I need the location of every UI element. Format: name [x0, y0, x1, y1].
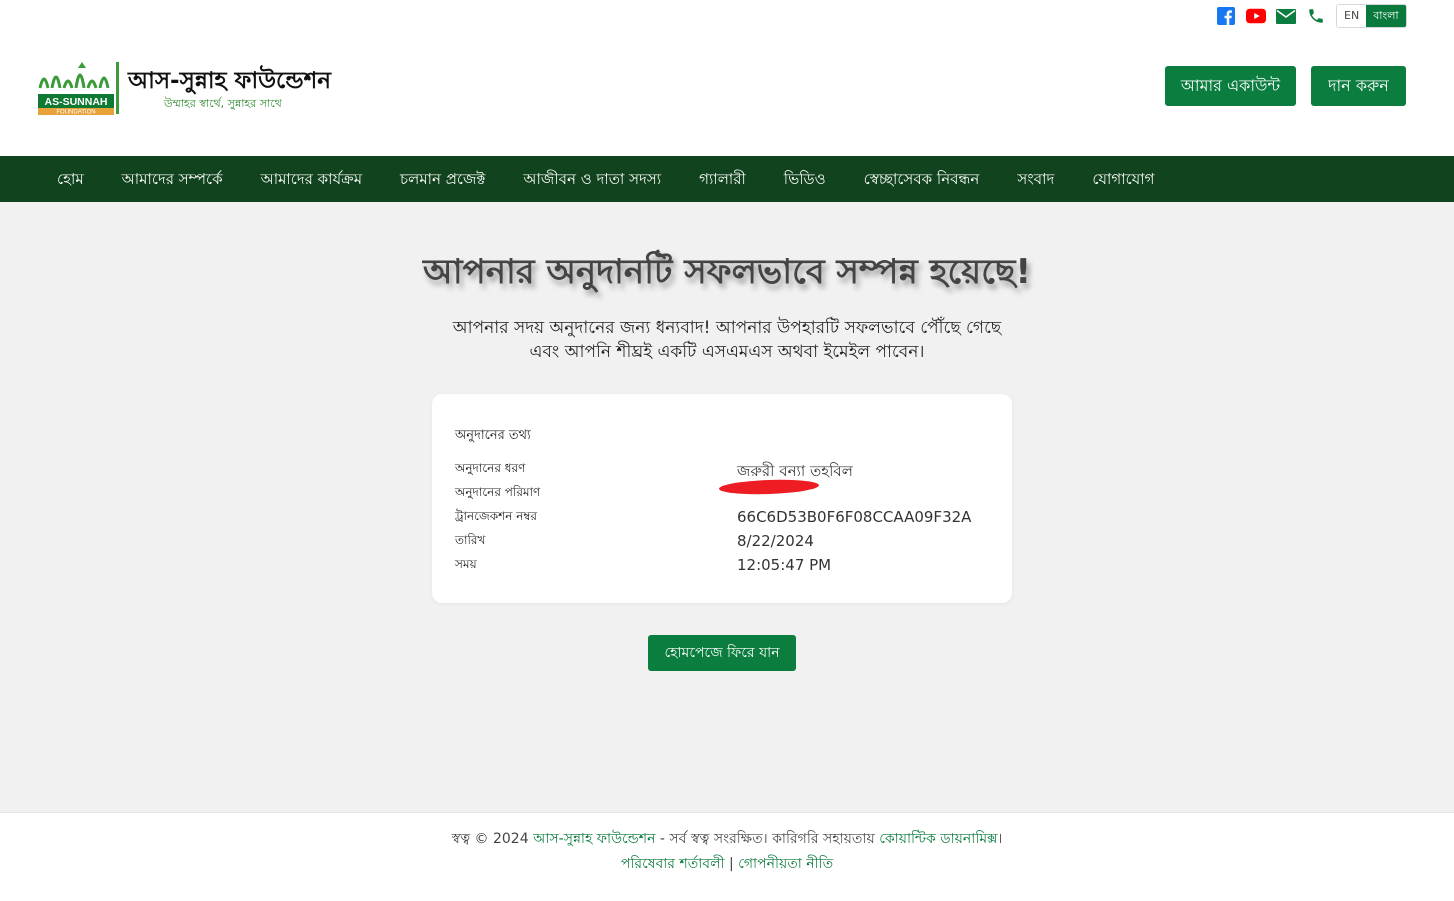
copyright-prefix: স্বত্ব © 2024: [451, 831, 529, 847]
info-label: ট্রানজেকশন নম্বর: [455, 509, 538, 523]
policy-links: পরিষেবার শর্তাবলী | গোপনীয়তা নীতি: [0, 852, 1454, 876]
logo-text: AS-SUNNAH: [45, 96, 108, 108]
copyright-line: স্বত্ব © 2024 আস-সুন্নাহ ফাউন্ডেশন - সর্…: [0, 827, 1454, 851]
my-account-button[interactable]: আমার একাউন্ট: [1165, 66, 1296, 106]
nav-item-ongoing-projects[interactable]: চলমান প্রজেক্ট: [381, 156, 504, 202]
back-to-homepage-button[interactable]: হোমপেজে ফিরে যান: [648, 635, 796, 671]
nav-item-volunteer[interactable]: স্বেচ্ছাসেবক নিবন্ধন: [845, 156, 999, 202]
nav-item-video[interactable]: ভিডিও: [765, 156, 845, 202]
phone-icon[interactable]: [1306, 6, 1326, 26]
info-label: অনুদানের পরিমাণ: [455, 485, 541, 499]
org-link[interactable]: আস-সুন্নাহ ফাউন্ডেশন: [533, 831, 655, 847]
rights-text: - সর্ব স্বত্ব সংরক্ষিত। কারিগরি সহায়তায…: [659, 831, 875, 847]
site-logo[interactable]: AS-SUNNAH FOUNDATION আস-সুন্নাহ ফাউন্ডেশ…: [36, 58, 336, 120]
nav-item-home[interactable]: হোম: [38, 156, 103, 202]
info-row-time: সময় 12:05:47 PM: [455, 556, 995, 578]
thank-you-line-2: এবং আপনি শীঘ্রই একটি এসএমএস অথবা ইমেইল প…: [529, 342, 925, 362]
info-row-type: অনুদানের ধরণ জরুরী বন্যা তহবিল: [455, 460, 995, 482]
nav-item-contact[interactable]: যোগাযোগ: [1073, 156, 1173, 202]
mail-icon[interactable]: [1276, 6, 1296, 26]
info-label: অনুদানের ধরণ: [455, 461, 526, 475]
language-en[interactable]: EN: [1337, 5, 1367, 27]
nav-item-members[interactable]: আজীবন ও দাতা সদস্য: [504, 156, 680, 202]
donation-info-card: অনুদানের তথ্য অনুদানের ধরণ জরুরী বন্যা ত…: [432, 394, 1012, 603]
language-switcher[interactable]: EN বাংলা: [1336, 4, 1407, 28]
info-row-amount: অনুদানের পরিমাণ: [455, 478, 995, 506]
info-value: 66C6D53B0F6F08CCAA09F32A: [737, 508, 972, 526]
nav-item-about[interactable]: আমাদের সম্পর্কে: [103, 156, 242, 202]
main-navigation: হোম আমাদের সম্পর্কে আমাদের কার্যক্রম চলম…: [0, 156, 1454, 202]
info-label: সময়: [455, 557, 477, 571]
thank-you-line-1: আপনার সদয় অনুদানের জন্য ধন্যবাদ! আপনার …: [452, 318, 1002, 338]
page-title: আপনার অনুদানটি সফলভাবে সম্পন্ন হয়েছে!: [423, 252, 1031, 292]
info-row-transaction: ট্রানজেকশন নম্বর 66C6D53B0F6F08CCAA09F32…: [455, 508, 995, 530]
tech-partner-link[interactable]: কোয়ান্টিক ডায়নামিক্স: [879, 831, 997, 847]
nav-item-gallery[interactable]: গ্যালারী: [680, 156, 765, 202]
info-value: 12:05:47 PM: [737, 556, 832, 574]
nav-item-news[interactable]: সংবাদ: [998, 156, 1073, 202]
info-label: তারিখ: [455, 533, 486, 547]
site-footer: স্বত্ব © 2024 আস-সুন্নাহ ফাউন্ডেশন - সর্…: [0, 812, 1454, 901]
social-links: [1216, 6, 1326, 26]
thank-you-message: আপনার সদয় অনুদানের জন্য ধন্যবাদ! আপনার …: [427, 316, 1027, 364]
link-separator: |: [729, 856, 734, 872]
donate-button[interactable]: দান করুন: [1311, 66, 1406, 106]
end-char: ।: [997, 831, 1003, 847]
info-value: 8/22/2024: [737, 532, 814, 550]
language-bn[interactable]: বাংলা: [1366, 5, 1406, 27]
youtube-icon[interactable]: [1246, 6, 1266, 26]
facebook-icon[interactable]: [1216, 6, 1236, 26]
terms-link[interactable]: পরিষেবার শর্তাবলী: [621, 856, 725, 872]
logo-mark-icon: AS-SUNNAH FOUNDATION: [38, 62, 119, 116]
brand-tagline: উম্মাহর স্বার্থে, সুন্নাহর সাথে: [164, 97, 282, 110]
privacy-link[interactable]: গোপনীয়তা নীতি: [738, 856, 833, 872]
nav-item-activities[interactable]: আমাদের কার্যক্রম: [242, 156, 381, 202]
card-heading: অনুদানের তথ্য: [455, 428, 531, 443]
info-row-date: তারিখ 8/22/2024: [455, 532, 995, 554]
logo-subtext: FOUNDATION: [56, 110, 95, 116]
top-header: EN বাংলা AS-SUNNAH FOUNDATION আস-সুন্নাহ…: [0, 0, 1454, 156]
